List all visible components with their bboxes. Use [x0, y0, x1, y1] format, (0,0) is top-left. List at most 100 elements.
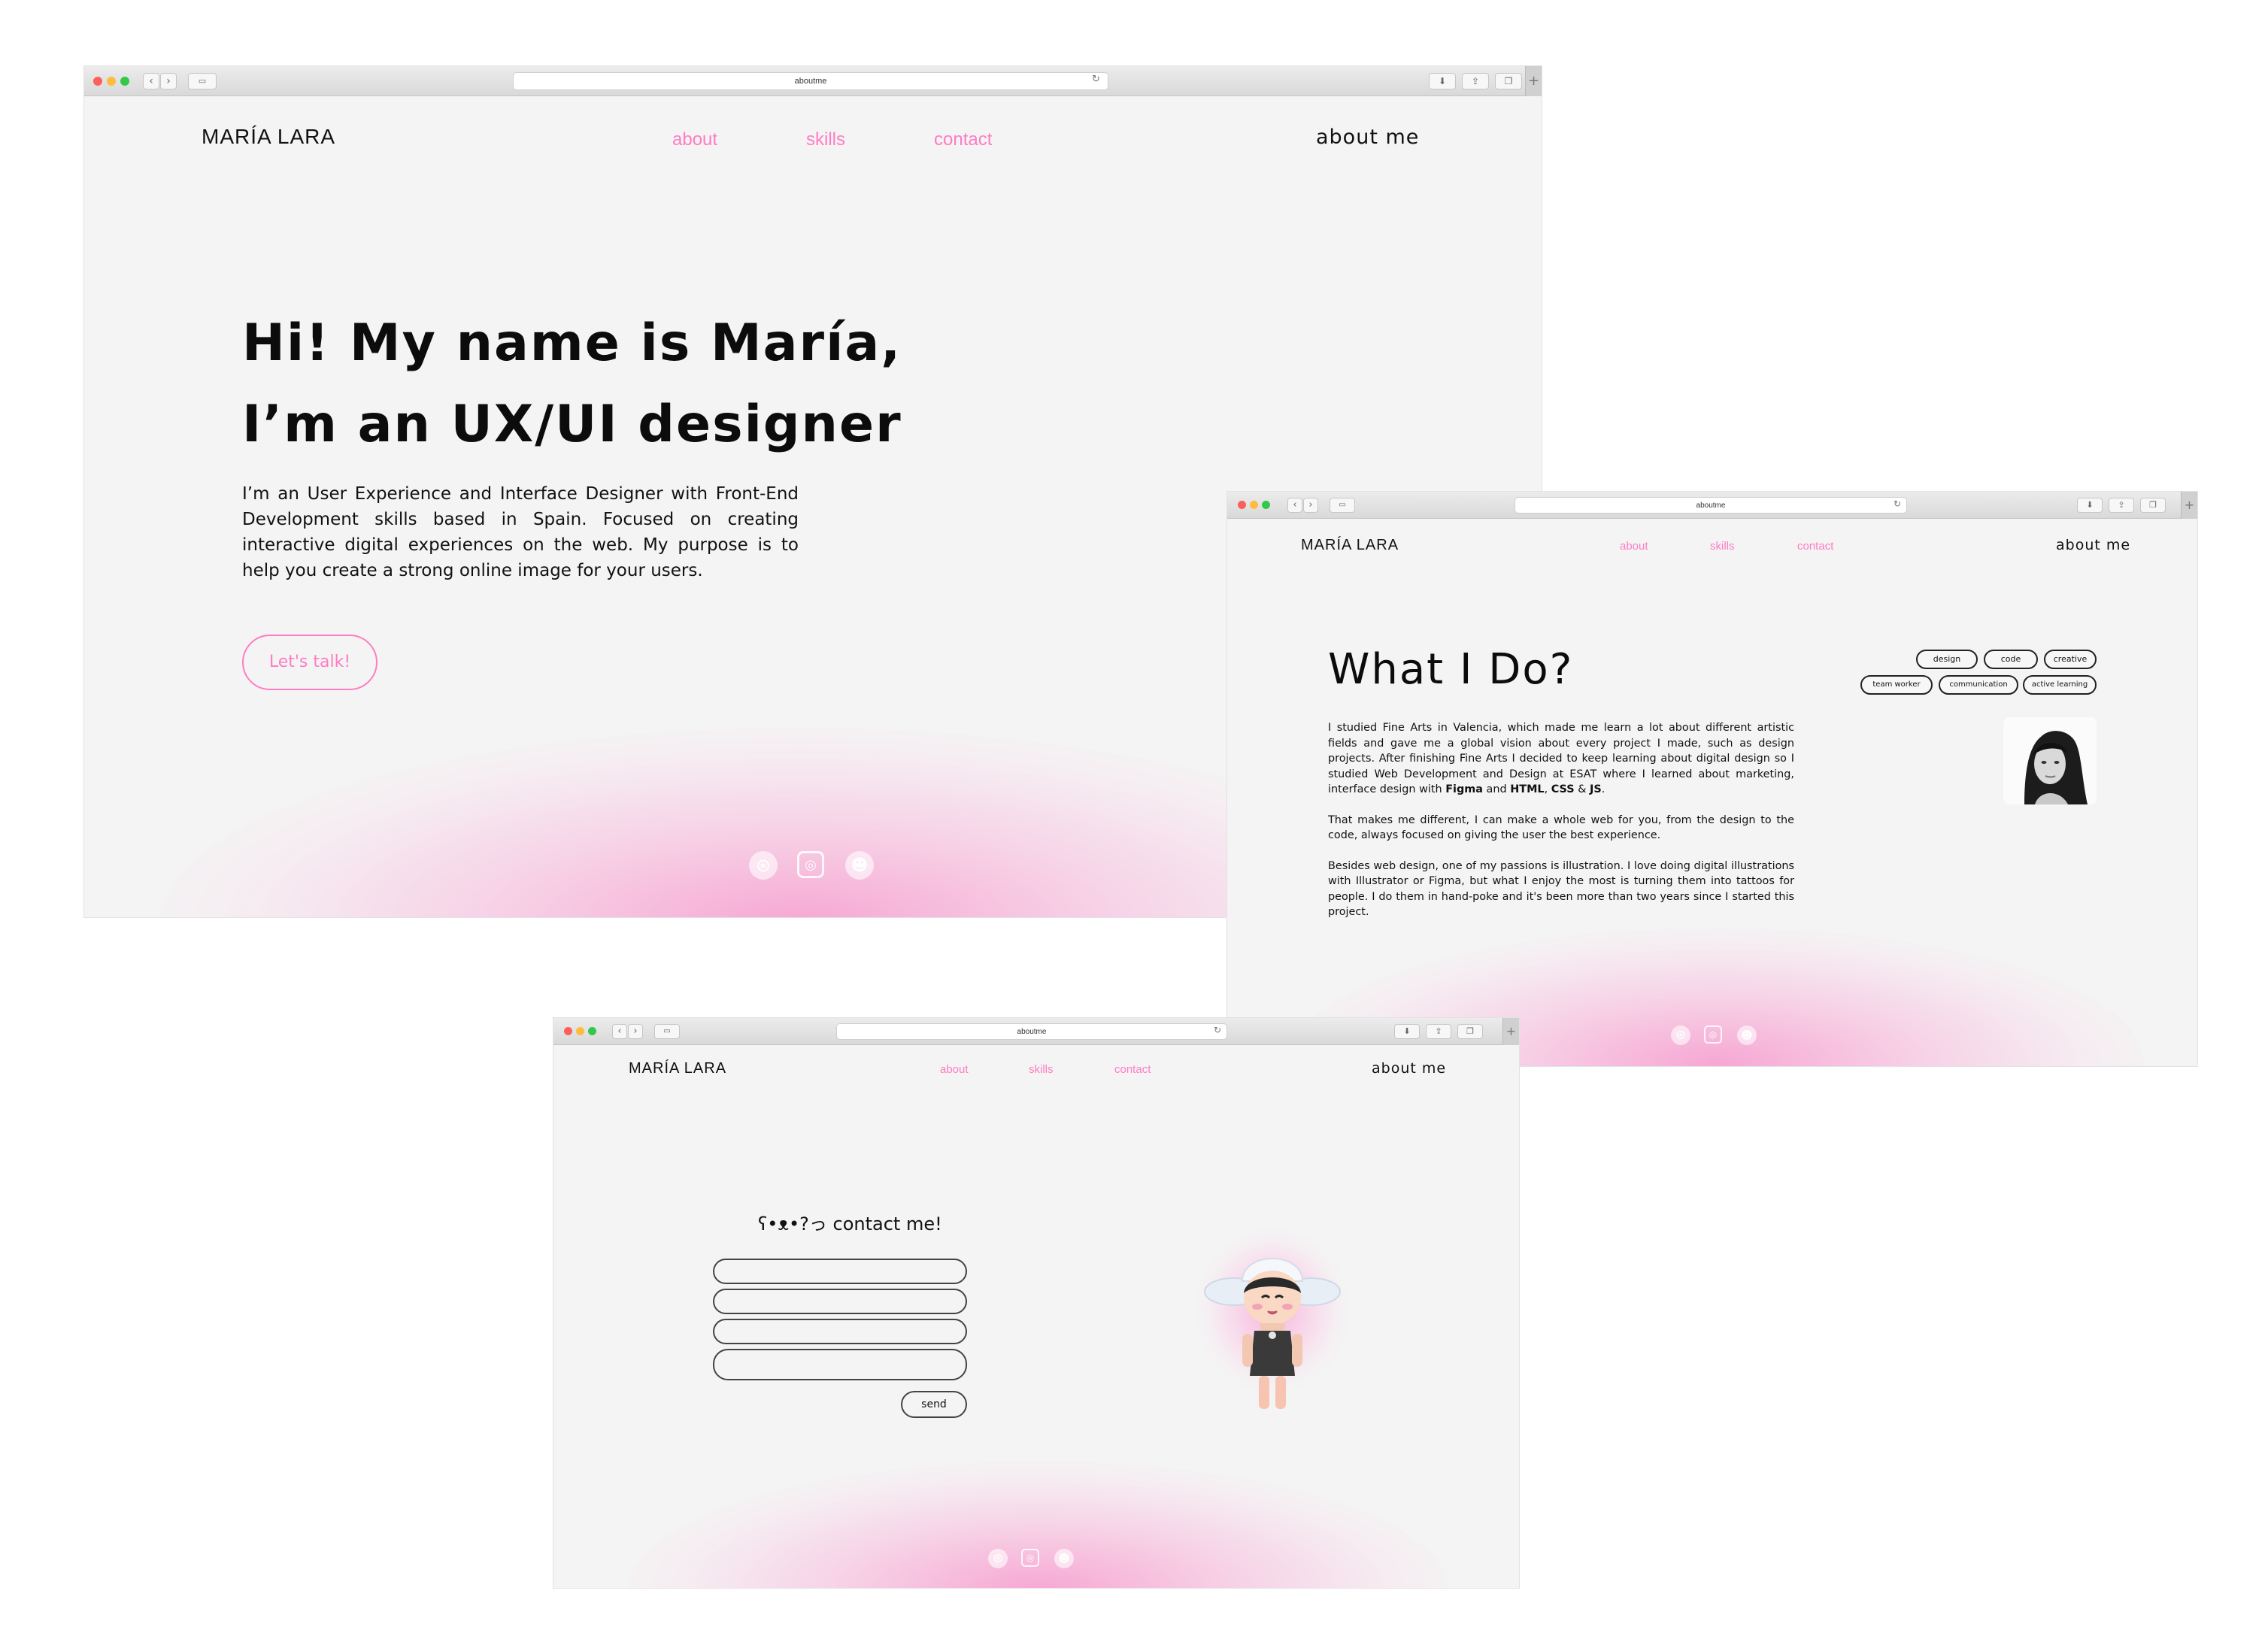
tabs-icon[interactable]: ❐	[1495, 73, 1522, 89]
about-paragraph-2: That makes me different, I can make a wh…	[1328, 813, 1794, 842]
instagram-icon[interactable]: ◎	[1021, 1549, 1039, 1567]
nav-about[interactable]: about	[940, 1063, 969, 1076]
share-icon[interactable]: ⇪	[1462, 73, 1489, 89]
maximize-window-button[interactable]	[120, 77, 129, 86]
social-links: ⊛ ◎ ☻	[1671, 1025, 1757, 1045]
profile-photo	[2003, 717, 2097, 804]
tag-design: design	[1916, 650, 1978, 669]
lets-talk-button[interactable]: Let's talk!	[242, 635, 377, 690]
hero-line-1: Hi! My name is María,	[242, 314, 902, 373]
close-window-button[interactable]	[1238, 501, 1246, 509]
contact-title: contact me!	[832, 1213, 942, 1235]
maximize-window-button[interactable]	[588, 1027, 596, 1035]
share-icon[interactable]: ⇪	[1426, 1024, 1451, 1039]
back-icon[interactable]: ‹	[612, 1024, 627, 1039]
nav-skills[interactable]: skills	[806, 129, 845, 150]
social-links: ⊛ ◎ ☻	[749, 851, 874, 880]
subject-input[interactable]	[713, 1319, 967, 1344]
portrait-image	[2003, 717, 2097, 804]
name-input[interactable]	[713, 1259, 967, 1284]
close-window-button[interactable]	[93, 77, 102, 86]
hero-line-2: I’m an UX/UI designer	[242, 395, 902, 454]
url-text: aboutme	[1696, 501, 1726, 510]
download-icon[interactable]: ⬇	[1394, 1024, 1420, 1039]
character-illustration	[1190, 1228, 1355, 1439]
dribbble-icon[interactable]: ⊛	[988, 1549, 1008, 1568]
close-window-button[interactable]	[564, 1027, 572, 1035]
github-icon[interactable]: ☻	[845, 851, 874, 880]
github-icon[interactable]: ☻	[1737, 1025, 1757, 1045]
new-tab-icon[interactable]: +	[1525, 66, 1542, 96]
nav-about[interactable]: about	[1620, 540, 1648, 553]
html-label: HTML	[1510, 783, 1545, 795]
back-icon[interactable]: ‹	[143, 73, 159, 89]
nav-about[interactable]: about	[672, 129, 717, 150]
brand-logo[interactable]: MARÍA LARA	[629, 1060, 726, 1077]
page-title: about me	[1316, 126, 1420, 149]
instagram-icon[interactable]: ◎	[1704, 1025, 1722, 1044]
github-icon[interactable]: ☻	[1054, 1549, 1074, 1568]
nav-contact[interactable]: contact	[1114, 1063, 1151, 1076]
about-text: I studied Fine Arts in Valencia, which m…	[1328, 720, 1794, 920]
reload-icon[interactable]: ↻	[1894, 498, 1901, 509]
browser-toolbar: ‹ › ▭ aboutme ↻ ⬇ ⇪ ❐ +	[84, 66, 1542, 96]
kaomoji: ʕ•ᴥ•?っ	[758, 1213, 827, 1235]
tag-code: code	[1984, 650, 2038, 669]
pink-glow	[629, 1462, 1448, 1588]
address-bar[interactable]: aboutme	[513, 72, 1108, 90]
nav-skills[interactable]: skills	[1029, 1063, 1054, 1076]
about-paragraph-1: I studied Fine Arts in Valencia, which m…	[1328, 722, 1794, 795]
new-tab-icon[interactable]: +	[2181, 492, 2197, 519]
url-text: aboutme	[794, 77, 827, 86]
tag-creative: creative	[2044, 650, 2097, 669]
brand-logo[interactable]: MARÍA LARA	[1301, 537, 1399, 554]
minimize-window-button[interactable]	[576, 1027, 584, 1035]
address-bar[interactable]: aboutme	[1515, 497, 1907, 514]
back-icon[interactable]: ‹	[1287, 498, 1302, 513]
social-links: ⊛ ◎ ☻	[988, 1549, 1074, 1568]
message-textarea[interactable]	[713, 1349, 967, 1380]
reload-icon[interactable]: ↻	[1214, 1025, 1221, 1035]
section-title: What I Do?	[1328, 645, 1574, 694]
sidebar-icon[interactable]: ▭	[188, 73, 217, 89]
download-icon[interactable]: ⬇	[2077, 498, 2103, 513]
dribbble-icon[interactable]: ⊛	[749, 851, 778, 880]
nav-contact[interactable]: contact	[934, 129, 992, 150]
contact-window: ‹ › ▭ aboutme ↻ ⬇ ⇪ ❐ + MARÍA LARA about…	[553, 1018, 1519, 1588]
url-text: aboutme	[1017, 1028, 1047, 1036]
forward-icon[interactable]: ›	[628, 1024, 643, 1039]
address-bar[interactable]: aboutme	[836, 1023, 1227, 1040]
minimize-window-button[interactable]	[107, 77, 116, 86]
reload-icon[interactable]: ↻	[1092, 74, 1100, 85]
send-label: send	[921, 1398, 947, 1410]
maximize-window-button[interactable]	[1262, 501, 1270, 509]
browser-toolbar: ‹ › ▭ aboutme ↻ ⬇ ⇪ ❐ +	[553, 1018, 1519, 1045]
sidebar-icon[interactable]: ▭	[654, 1024, 680, 1039]
instagram-icon[interactable]: ◎	[797, 851, 824, 878]
dribbble-icon[interactable]: ⊛	[1671, 1025, 1690, 1045]
contact-heading: ʕ•ᴥ•?っ contact me!	[758, 1209, 942, 1235]
nav-contact[interactable]: contact	[1797, 540, 1833, 553]
tabs-icon[interactable]: ❐	[1457, 1024, 1483, 1039]
share-icon[interactable]: ⇪	[2109, 498, 2134, 513]
brand-logo[interactable]: MARÍA LARA	[202, 125, 335, 149]
browser-toolbar: ‹ › ▭ aboutme ↻ ⬇ ⇪ ❐ +	[1227, 492, 2197, 519]
css-label: CSS	[1551, 783, 1575, 795]
girl-character-image	[1190, 1228, 1355, 1409]
tag-communication: communication	[1939, 675, 2018, 695]
nav-skills[interactable]: skills	[1710, 540, 1735, 553]
tag-team-worker: team worker	[1860, 675, 1933, 695]
sidebar-icon[interactable]: ▭	[1330, 498, 1355, 513]
hero-heading: Hi! My name is María, I’m an UX/UI desig…	[242, 303, 902, 465]
forward-icon[interactable]: ›	[160, 73, 177, 89]
send-button[interactable]: send	[901, 1391, 967, 1418]
minimize-window-button[interactable]	[1250, 501, 1258, 509]
tabs-icon[interactable]: ❐	[2140, 498, 2166, 513]
js-label: JS	[1590, 783, 1602, 795]
hero-paragraph: I’m an User Experience and Interface Des…	[242, 484, 799, 580]
tag-active-learning: active learning	[2023, 675, 2097, 695]
email-input[interactable]	[713, 1289, 967, 1314]
new-tab-icon[interactable]: +	[1502, 1018, 1519, 1045]
forward-icon[interactable]: ›	[1303, 498, 1318, 513]
download-icon[interactable]: ⬇	[1429, 73, 1456, 89]
